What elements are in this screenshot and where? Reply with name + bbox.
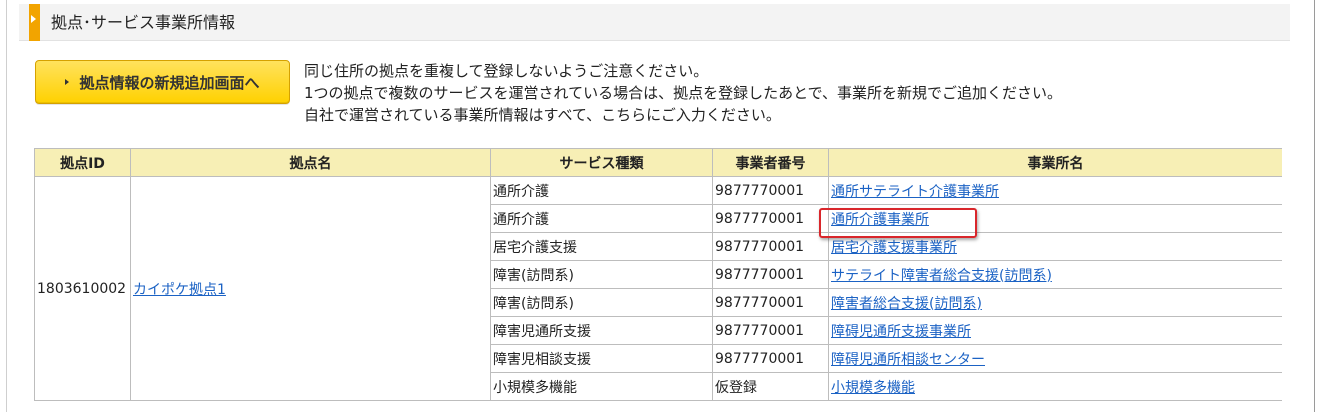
header-accent-bar — [29, 4, 40, 41]
office-name-cell: サテライト障害者総合支援(訪問系) — [828, 260, 1282, 289]
office-name-link[interactable]: 障害者総合支援(訪問系) — [831, 296, 982, 312]
column-header-base-name: 拠点名 — [130, 148, 491, 177]
office-name-cell: 障碍児通所支援事業所 — [828, 316, 1282, 345]
provider-number-cell: 9877770001 — [712, 204, 829, 233]
service-type-cell: 障害(訪問系) — [490, 260, 713, 289]
office-name-cell: 通所サテライト介護事業所 — [828, 176, 1282, 205]
service-type-cell: 小規模多機能 — [490, 372, 713, 401]
chevron-right-icon — [65, 79, 70, 85]
provider-number-cell: 9877770001 — [712, 260, 829, 289]
notice-line: 同じ住所の拠点を重複して登録しないようご注意ください。 — [304, 62, 709, 80]
office-name-link[interactable]: 通所サテライト介護事業所 — [831, 184, 999, 200]
column-header-base-id: 拠点ID — [34, 148, 131, 177]
provider-number-cell: 9877770001 — [712, 288, 829, 317]
column-header-provider-number: 事業者番号 — [712, 148, 829, 177]
provider-number-cell: 9877770001 — [712, 344, 829, 373]
column-header-office-name: 事業所名 — [828, 148, 1282, 177]
base-name-link[interactable]: カイポケ拠点1 — [133, 282, 226, 298]
notice-line: 自社で運営されている事業所情報はすべて、こちらにご入力ください。 — [304, 106, 781, 124]
office-name-link[interactable]: 障碍児通所支援事業所 — [831, 324, 971, 340]
provider-number-cell: 9877770001 — [712, 176, 829, 205]
provider-number-cell: 9877770001 — [712, 316, 829, 345]
service-type-cell: 通所介護 — [490, 176, 713, 205]
notice-line: 1つの拠点で複数のサービスを運営されている場合は、拠点を登録したあとで、事業所を… — [304, 84, 1063, 102]
section-header: 拠点･サービス事業所情報 — [19, 4, 1290, 41]
chevron-right-icon — [31, 15, 36, 23]
base-id-cell: 1803610002 — [34, 176, 131, 401]
facility-table-container: 拠点ID 拠点名 サービス種類 事業者番号 事業所名 1803610002 カイ… — [34, 148, 1282, 412]
service-type-cell: 障害(訪問系) — [490, 288, 713, 317]
office-name-link[interactable]: サテライト障害者総合支援(訪問系) — [831, 268, 1052, 284]
section-title: 拠点･サービス事業所情報 — [51, 13, 236, 32]
provider-number-cell: 仮登録 — [712, 372, 829, 401]
service-type-cell: 居宅介護支援 — [490, 232, 713, 261]
service-type-cell: 障害児通所支援 — [490, 316, 713, 345]
add-base-button-label: 拠点情報の新規追加画面へ — [79, 74, 260, 92]
base-name-cell: カイポケ拠点1 — [130, 176, 491, 401]
office-name-cell: 障碍児通所相談センター — [828, 344, 1282, 373]
office-name-cell: 居宅介護支援事業所 — [828, 232, 1282, 261]
office-name-link[interactable]: 居宅介護支援事業所 — [831, 240, 957, 256]
service-type-cell: 通所介護 — [490, 204, 713, 233]
table-row: 1803610002 カイポケ拠点1 通所介護 9877770001 通所サテラ… — [34, 176, 1282, 401]
office-name-cell: 小規模多機能 — [828, 372, 1282, 401]
provider-number-cell: 9877770001 — [712, 232, 829, 261]
office-name-cell: 通所介護事業所 — [828, 204, 1282, 233]
office-name-cell: 障害者総合支援(訪問系) — [828, 288, 1282, 317]
column-header-service-type: サービス種類 — [490, 148, 713, 177]
facility-table: 拠点ID 拠点名 サービス種類 事業者番号 事業所名 1803610002 カイ… — [34, 148, 1282, 401]
office-name-link[interactable]: 障碍児通所相談センター — [831, 352, 985, 368]
notice-text: 同じ住所の拠点を重複して登録しないようご注意ください。 1つの拠点で複数のサービ… — [304, 60, 1284, 126]
office-name-link[interactable]: 小規模多機能 — [831, 380, 915, 396]
add-base-button[interactable]: 拠点情報の新規追加画面へ — [35, 60, 290, 104]
table-header-row: 拠点ID 拠点名 サービス種類 事業者番号 事業所名 — [34, 148, 1282, 177]
office-name-link[interactable]: 通所介護事業所 — [831, 212, 929, 228]
service-type-cell: 障害児相談支援 — [490, 344, 713, 373]
